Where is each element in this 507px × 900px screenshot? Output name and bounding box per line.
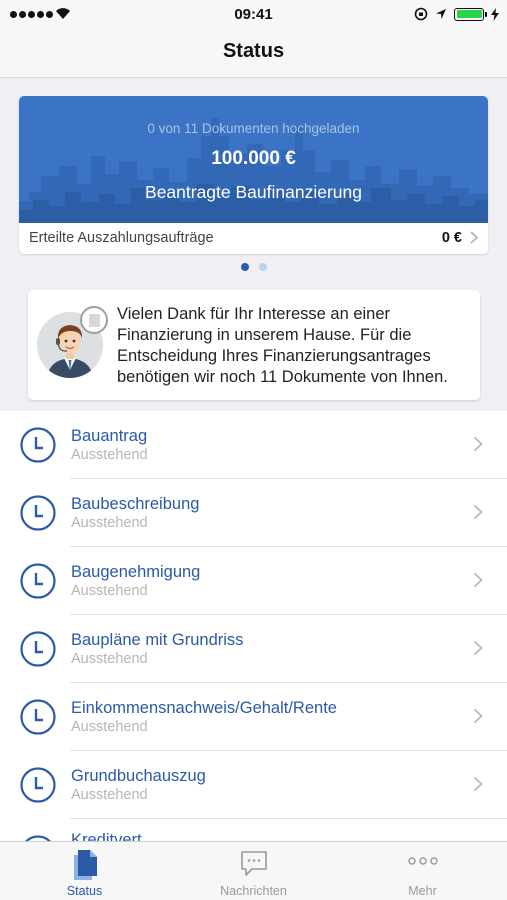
- tab-status[interactable]: Status: [0, 842, 169, 900]
- document-title: Baubeschreibung: [71, 495, 200, 513]
- charging-bolt-icon: [491, 7, 499, 21]
- document-status: Ausstehend: [71, 583, 148, 599]
- chevron-right-icon: [470, 231, 478, 244]
- list-item[interactable]: Baubeschreibung Ausstehend: [0, 479, 507, 547]
- document-title: Bauantrag: [71, 427, 148, 445]
- financing-card[interactable]: 0 von 11 Dokumenten hochgeladen 100.000 …: [19, 96, 488, 254]
- chevron-right-icon: [473, 504, 483, 520]
- payout-orders-label: Erteilte Auszahlungsaufträge: [29, 230, 214, 246]
- documents-icon: [73, 850, 97, 880]
- document-list: Bauantrag Ausstehend Baubeschreibung Aus…: [0, 411, 507, 841]
- chevron-right-icon: [473, 572, 483, 588]
- chevron-right-icon: [473, 640, 483, 656]
- document-title: Einkommensnachweis/Gehalt/Rente: [71, 699, 337, 717]
- payout-orders-row[interactable]: Erteilte Auszahlungsaufträge 0 €: [19, 223, 488, 254]
- upload-progress-text: 0 von 11 Dokumenten hochgeladen: [147, 121, 360, 136]
- list-item[interactable]: Grundbuchauszug Ausstehend: [0, 751, 507, 819]
- page-title: Status: [222, 40, 285, 62]
- document-status: Ausstehend: [71, 447, 148, 463]
- document-badge-icon: [80, 306, 108, 334]
- document-title: Grundbuchauszug: [71, 767, 206, 785]
- navigation-bar: Status: [0, 30, 507, 78]
- document-title: Baupläne mit Grundriss: [71, 631, 244, 649]
- document-status: Ausstehend: [71, 515, 148, 531]
- chevron-right-icon: [473, 776, 483, 792]
- clock-icon: [20, 631, 56, 667]
- document-status: Ausstehend: [71, 787, 148, 803]
- list-item[interactable]: Einkommensnachweis/Gehalt/Rente Ausstehe…: [0, 683, 507, 751]
- clock-icon: [20, 699, 56, 735]
- advisor-message-text: Vielen Dank für Ihr Interesse an einer F…: [117, 305, 448, 386]
- clock-icon: [20, 767, 56, 803]
- advisor-message: Vielen Dank für Ihr Interesse an einer F…: [28, 290, 480, 400]
- clock-icon: [20, 563, 56, 599]
- list-item[interactable]: Baupläne mit Grundriss Ausstehend: [0, 615, 507, 683]
- location-arrow-icon: [436, 9, 446, 19]
- rotation-lock-icon: [414, 7, 428, 21]
- document-status: Ausstehend: [71, 651, 148, 667]
- tab-messages[interactable]: Nachrichten: [169, 842, 338, 900]
- tab-label: Status: [66, 884, 103, 898]
- list-item[interactable]: Baugenehmigung Ausstehend: [0, 547, 507, 615]
- tab-label: Mehr: [408, 884, 437, 898]
- list-item[interactable]: Kreditvert…: [0, 819, 507, 841]
- page-dot[interactable]: [258, 263, 267, 271]
- financing-amount: 100.000 €: [211, 148, 296, 169]
- document-status: Ausstehend: [71, 719, 148, 735]
- clock-icon: [20, 427, 56, 463]
- chevron-right-icon: [473, 436, 483, 452]
- card-hero: 0 von 11 Dokumenten hochgeladen 100.000 …: [19, 96, 488, 223]
- chat-bubble-icon: [240, 851, 267, 876]
- list-item[interactable]: Bauantrag Ausstehend: [0, 411, 507, 479]
- more-dots-icon: [407, 857, 438, 865]
- tab-bar: Status Nachrichten Mehr: [0, 841, 507, 900]
- tab-label: Nachrichten: [220, 884, 287, 898]
- page-dot-active[interactable]: [240, 263, 249, 271]
- clock-icon: [20, 495, 56, 531]
- document-title: Kreditvert…: [71, 831, 159, 841]
- financing-label: Beantragte Baufinanzierung: [145, 182, 362, 202]
- document-title: Baugenehmigung: [71, 563, 201, 581]
- tab-more[interactable]: Mehr: [338, 842, 507, 900]
- battery-icon: [454, 7, 487, 21]
- chevron-right-icon: [473, 708, 483, 724]
- page-indicator[interactable]: [0, 263, 507, 271]
- status-bar: 09:41: [0, 0, 507, 30]
- payout-orders-value: 0 €: [441, 230, 462, 246]
